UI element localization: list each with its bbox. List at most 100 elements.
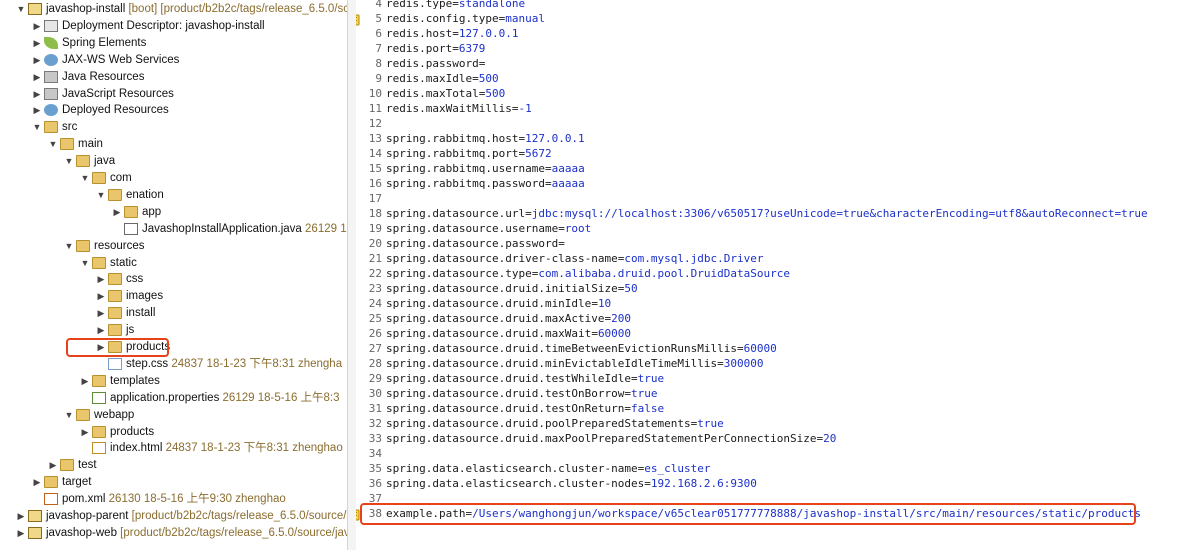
collapsed-arrow-icon[interactable]: ▶ [96,322,106,339]
tree-item[interactable]: ▶ javashop-parent [product/b2b2c/tags/rel… [0,508,347,525]
code-line[interactable]: 12 [356,116,1184,131]
code-line[interactable]: 7 redis.port=6379 [356,41,1184,56]
property-key: spring.datasource.driver-class-name [386,252,618,265]
tree-item[interactable]: ▼ static [0,255,347,272]
tree-item[interactable]: ▶ products [0,339,347,356]
warning-marker-icon[interactable] [356,13,360,26]
expanded-arrow-icon[interactable]: ▼ [80,170,90,187]
tree-item[interactable]: ▼ webapp [0,407,347,424]
tree-item[interactable]: ▶ JAX-WS Web Services [0,52,347,69]
properties-editor[interactable]: 4 redis.type=standalone 5 redis.config.type… [356,0,1184,550]
tree-item[interactable]: ▼ com [0,170,347,187]
expanded-arrow-icon[interactable]: ▼ [64,407,74,424]
code-line[interactable]: 20 spring.datasource.password= [356,236,1184,251]
tree-item[interactable]: ▼ enation [0,187,347,204]
property-key: spring.datasource.druid.maxActive [386,312,605,325]
collapsed-arrow-icon[interactable]: ▶ [16,508,26,525]
collapsed-arrow-icon[interactable]: ▶ [96,271,106,288]
collapsed-arrow-icon[interactable]: ▶ [96,288,106,305]
tree-item[interactable]: ▶ install [0,305,347,322]
collapsed-arrow-icon[interactable]: ▶ [32,474,42,491]
expanded-arrow-icon[interactable]: ▼ [32,119,42,136]
collapsed-arrow-icon[interactable]: ▶ [32,102,42,119]
expanded-arrow-icon[interactable]: ▼ [64,238,74,255]
tree-item[interactable]: ▶ images [0,288,347,305]
tree-item-label: enation [126,188,164,201]
tree-item[interactable]: ▶ js [0,322,347,339]
code-line[interactable]: 6 redis.host=127.0.0.1 [356,26,1184,41]
tree-item[interactable]: ▼ src [0,119,347,136]
tree-item[interactable]: step.css 24837 18-1-23 下午8:31 zhengha [0,356,347,373]
tree-item[interactable]: ▶ Spring Elements [0,35,347,52]
collapsed-arrow-icon[interactable]: ▶ [80,373,90,390]
expanded-arrow-icon[interactable]: ▼ [48,136,58,153]
folder-icon [108,324,122,337]
collapsed-arrow-icon[interactable]: ▶ [32,86,42,103]
code-line[interactable]: 5 redis.config.type=manual [356,11,1184,26]
tree-item[interactable]: ▼ resources [0,238,347,255]
collapsed-arrow-icon[interactable]: ▶ [96,305,106,322]
folder-icon [60,138,74,151]
collapsed-arrow-icon[interactable]: ▶ [80,424,90,441]
code-line[interactable]: 16 spring.rabbitmq.password=aaaaa [356,176,1184,191]
tree-item[interactable]: pom.xml 26130 18-5-16 上午9:30 zhenghao [0,491,347,508]
tree-item[interactable]: ▶ Deployed Resources [0,102,347,119]
tree-item[interactable]: ▶ test [0,457,347,474]
collapsed-arrow-icon[interactable]: ▶ [16,525,26,542]
code-line[interactable]: 9 redis.maxIdle=500 [356,71,1184,86]
code-line[interactable]: 21 spring.datasource.driver-class-name=co… [356,251,1184,266]
code-line[interactable]: 17 [356,191,1184,206]
code-line[interactable]: 13 spring.rabbitmq.host=127.0.0.1 [356,131,1184,146]
code-line[interactable]: 14 spring.rabbitmq.port=5672 [356,146,1184,161]
tree-item[interactable]: ▶ css [0,271,347,288]
expanded-arrow-icon[interactable]: ▼ [80,255,90,272]
collapsed-arrow-icon[interactable]: ▶ [32,18,42,35]
code-line[interactable]: 26 spring.datasource.druid.maxWait=60000 [356,326,1184,341]
code-line[interactable]: 35 spring.data.elasticsearch.cluster-name… [356,461,1184,476]
tree-item[interactable]: ▶ app [0,204,347,221]
code-line[interactable]: 11 redis.maxWaitMillis=-1 [356,101,1184,116]
tree-item[interactable]: ▶ javashop-web [product/b2b2c/tags/releas… [0,525,347,542]
code-line[interactable]: 22 spring.datasource.type=com.alibaba.dru… [356,266,1184,281]
code-line[interactable]: 23 spring.datasource.druid.initialSize=50 [356,281,1184,296]
code-line[interactable]: 18 spring.datasource.url=jdbc:mysql://loc… [356,206,1184,221]
collapsed-arrow-icon[interactable]: ▶ [112,204,122,221]
code-line[interactable]: 29 spring.datasource.druid.testWhileIdle=… [356,371,1184,386]
code-line[interactable]: 28 spring.datasource.druid.minEvictableId… [356,356,1184,371]
code-line[interactable]: 36 spring.data.elasticsearch.cluster-node… [356,476,1184,491]
tree-item[interactable]: ▶ Deployment Descriptor: javashop-install [0,18,347,35]
code-line[interactable]: 19 spring.datasource.username=root [356,221,1184,236]
collapsed-arrow-icon[interactable]: ▶ [32,35,42,52]
tree-item[interactable]: ▼ java [0,153,347,170]
code-line[interactable]: 10 redis.maxTotal=500 [356,86,1184,101]
code-line[interactable]: 30 spring.datasource.druid.testOnBorrow=t… [356,386,1184,401]
tree-item[interactable]: ▶ JavaScript Resources [0,86,347,103]
expanded-arrow-icon[interactable]: ▼ [64,153,74,170]
tree-item[interactable]: JavashopInstallApplication.java 26129 18 [0,221,347,238]
tree-item[interactable]: ▼ main [0,136,347,153]
code-line[interactable]: 8 redis.password= [356,56,1184,71]
code-line[interactable]: 4 redis.type=standalone [356,0,1184,11]
code-line[interactable]: 31 spring.datasource.druid.testOnReturn=f… [356,401,1184,416]
expanded-arrow-icon[interactable]: ▼ [96,187,106,204]
collapsed-arrow-icon[interactable]: ▶ [32,52,42,69]
code-line[interactable]: 32 spring.datasource.druid.poolPreparedSt… [356,416,1184,431]
code-line[interactable]: 24 spring.datasource.druid.minIdle=10 [356,296,1184,311]
code-line[interactable]: 27 spring.datasource.druid.timeBetweenEvi… [356,341,1184,356]
equals-sign: = [478,57,486,70]
property-value: 500 [478,72,499,85]
expanded-arrow-icon[interactable]: ▼ [16,1,26,18]
collapsed-arrow-icon[interactable]: ▶ [32,69,42,86]
tree-item[interactable]: application.properties 26129 18-5-16 上午8… [0,390,347,407]
tree-item[interactable]: ▶ Java Resources [0,69,347,86]
tree-item[interactable]: ▶ templates [0,373,347,390]
code-line[interactable]: 25 spring.datasource.druid.maxActive=200 [356,311,1184,326]
tree-item[interactable]: ▼ javashop-install [boot] [product/b2b2c/… [0,1,347,18]
tree-item[interactable]: index.html 24837 18-1-23 下午8:31 zhenghao [0,440,347,457]
code-line[interactable]: 15 spring.rabbitmq.username=aaaaa [356,161,1184,176]
tree-item[interactable]: ▶ target [0,474,347,491]
collapsed-arrow-icon[interactable]: ▶ [48,457,58,474]
code-line[interactable]: 33 spring.datasource.druid.maxPoolPrepare… [356,431,1184,446]
code-line[interactable]: 34 [356,446,1184,461]
tree-item[interactable]: ▶ products [0,424,347,441]
